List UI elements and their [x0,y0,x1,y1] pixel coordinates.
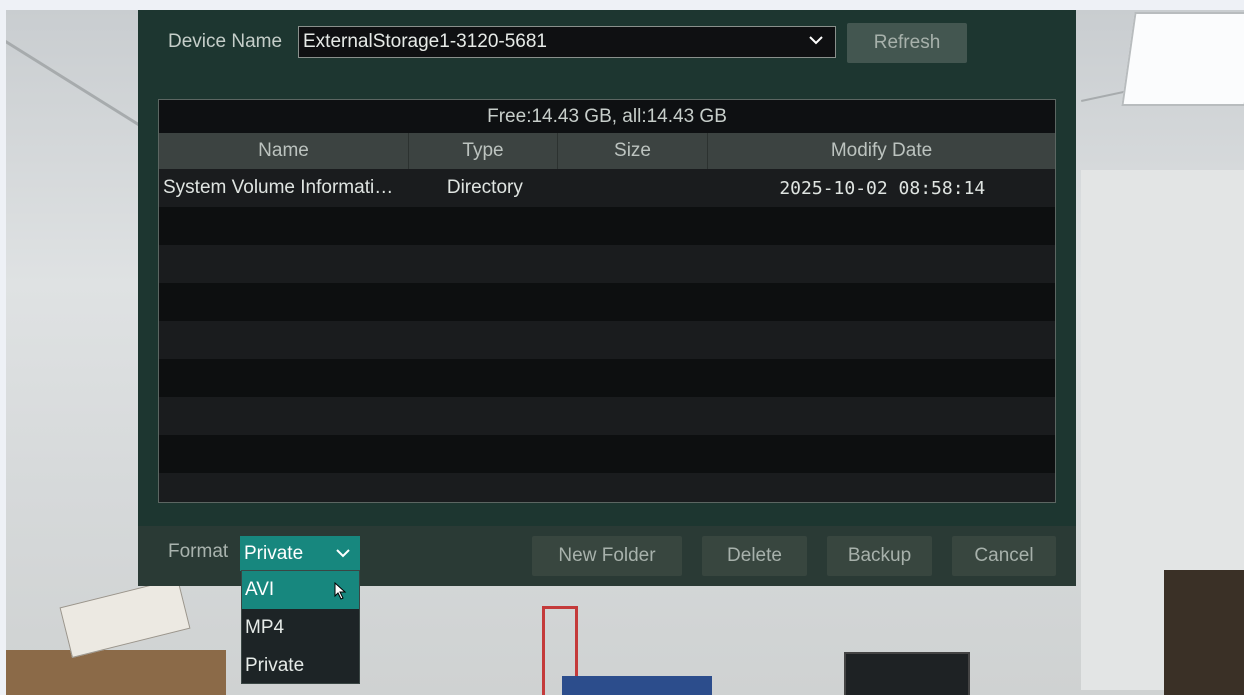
monitor [844,652,970,695]
table-row-empty [159,473,1055,502]
new-folder-button[interactable]: New Folder [532,536,682,576]
table-row[interactable]: System Volume Informati… Directory 2025-… [159,169,1055,207]
table-row-empty [159,397,1055,435]
table-row-empty [159,207,1055,245]
format-select[interactable]: Private [240,536,360,571]
table-body: System Volume Informati… Directory 2025-… [159,169,1055,502]
device-name-row: Device Name [168,24,282,60]
backup-button[interactable]: Backup [827,536,932,576]
delete-button[interactable]: Delete [702,536,807,576]
cardboard-box [6,650,226,695]
column-header-type[interactable]: Type [409,133,558,169]
format-option-mp4[interactable]: MP4 [242,609,359,647]
backup-dialog: Device Name ExternalStorage1-3120-5681 R… [138,10,1076,586]
cell-modify-date: 2025-10-02 08:58:14 [779,177,986,199]
device-name-label: Device Name [168,31,283,52]
table-header: Name Type Size Modify Date [159,133,1055,169]
cell-name: System Volume Informati… [163,177,394,198]
table-row-empty [159,283,1055,321]
table-row-empty [159,245,1055,283]
mouse-pointer-icon [334,582,347,600]
storage-free-text: Free:14.43 GB, all:14.43 GB [159,100,1055,133]
file-table: Free:14.43 GB, all:14.43 GB Name Type Si… [158,99,1056,503]
refresh-button[interactable]: Refresh [847,23,967,63]
cell-size [560,169,709,207]
column-header-modify-date[interactable]: Modify Date [708,133,1055,169]
table-row-empty [159,435,1055,473]
ceiling-beam [6,40,142,128]
format-label: Format [168,541,229,562]
chevron-down-icon [809,36,823,45]
column-header-size[interactable]: Size [558,133,708,169]
device-name-value: ExternalStorage1-3120-5681 [303,31,548,52]
column-header-name[interactable]: Name [159,133,409,169]
shelf [1164,570,1244,695]
table-row-empty [159,359,1055,397]
cancel-button[interactable]: Cancel [952,536,1056,576]
format-value: Private [244,542,304,564]
cell-type: Directory [446,177,523,198]
format-option-private[interactable]: Private [242,647,359,685]
table-row-empty [159,321,1055,359]
network-switch [562,676,712,695]
ceiling-light [1121,12,1244,106]
cardboard-box [59,578,191,658]
device-name-select[interactable]: ExternalStorage1-3120-5681 [298,26,836,58]
chevron-down-icon [336,549,350,558]
